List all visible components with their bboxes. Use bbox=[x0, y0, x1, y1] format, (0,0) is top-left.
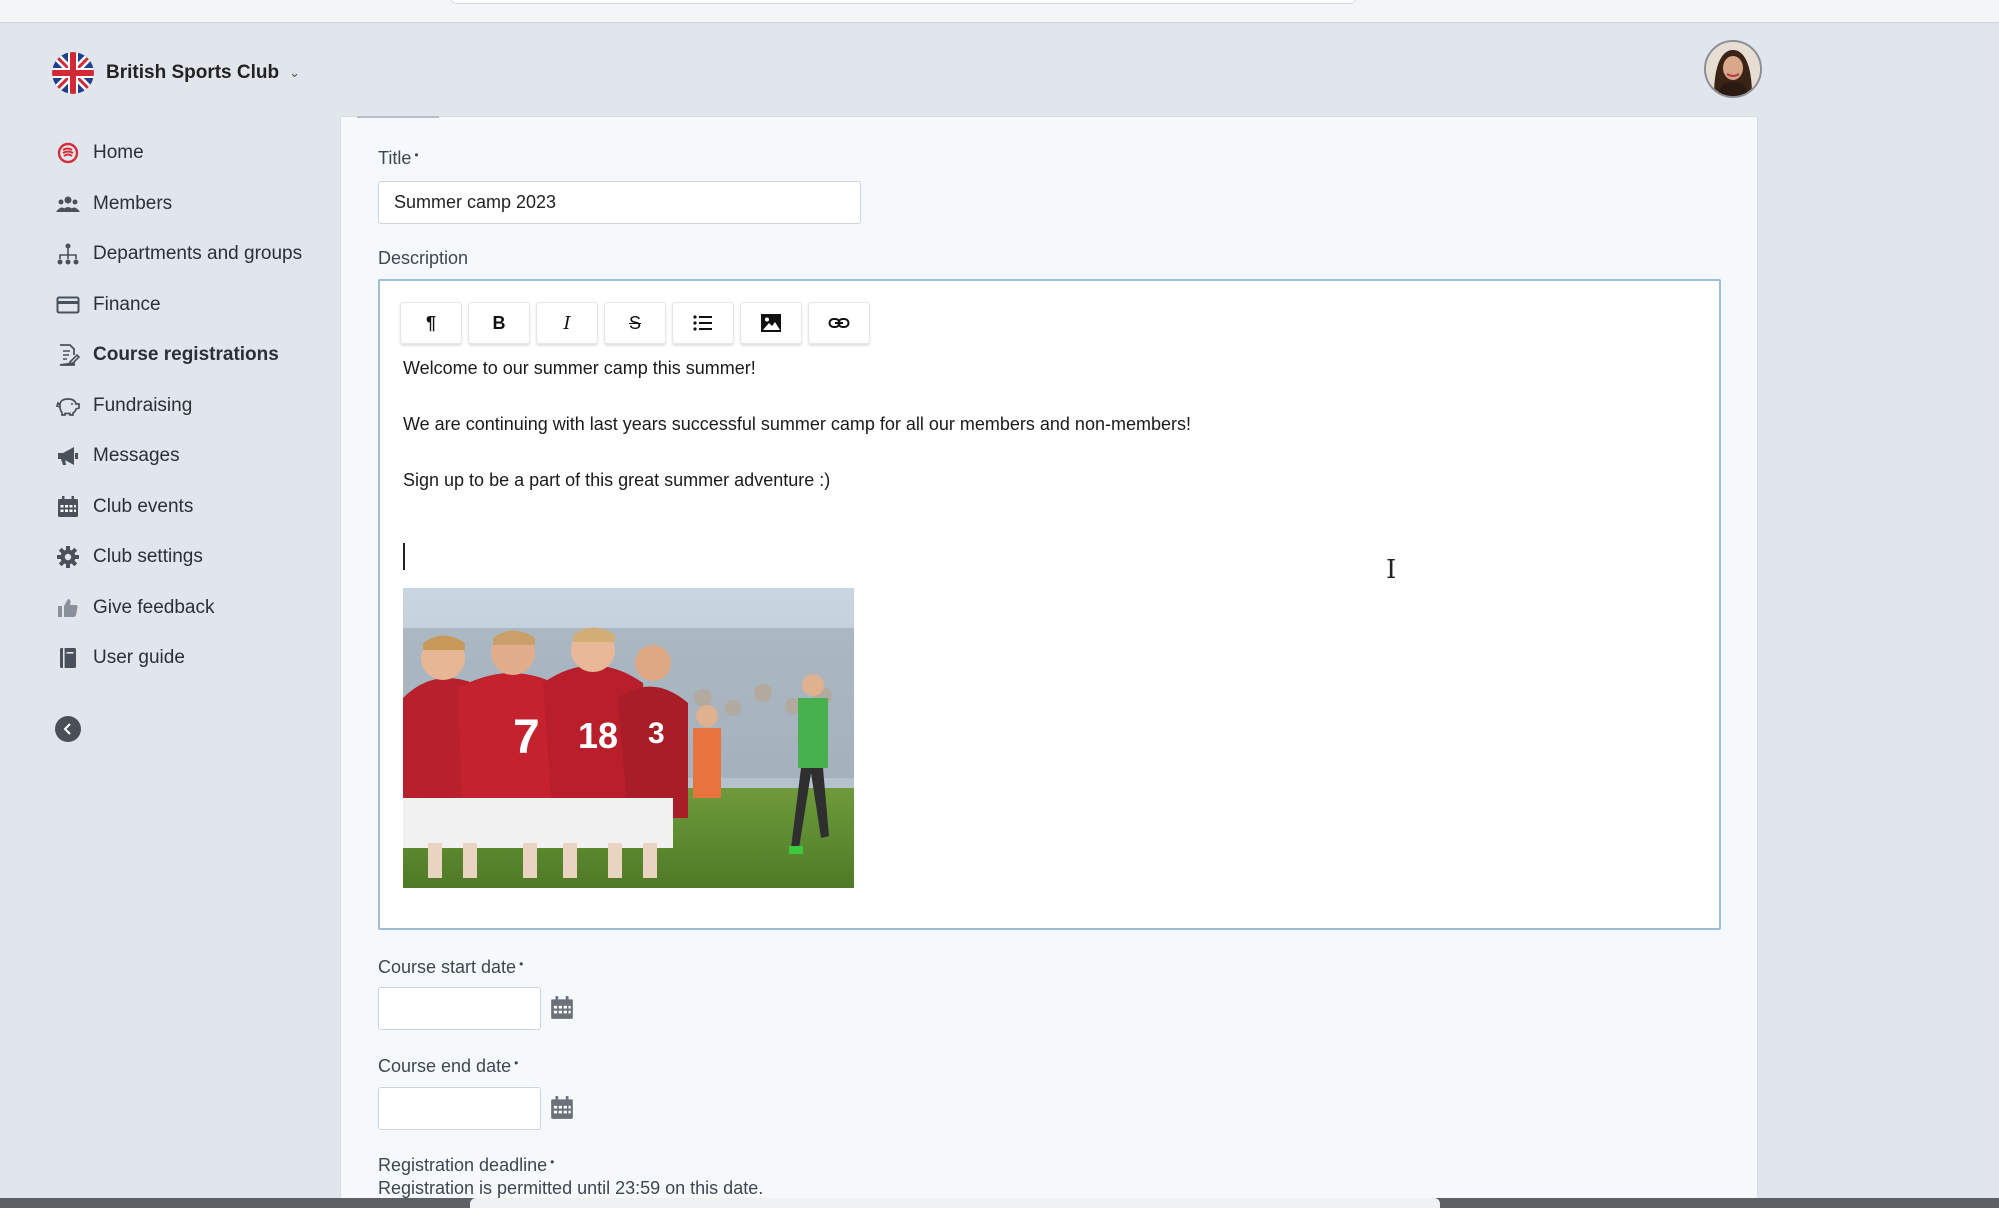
editor-toolbar: ¶ B I S bbox=[400, 302, 876, 344]
editor-paragraph: We are continuing with last years succes… bbox=[403, 414, 1191, 434]
end-date-input[interactable] bbox=[378, 1087, 541, 1130]
browser-address-bar[interactable] bbox=[450, 0, 1357, 4]
document-edit-icon bbox=[56, 343, 90, 367]
club-name[interactable]: British Sports Club bbox=[106, 62, 279, 84]
sidebar-item-label: Fundraising bbox=[93, 394, 193, 416]
bold-icon: B bbox=[492, 312, 506, 333]
strikethrough-icon: S bbox=[628, 312, 641, 333]
sidebar-item-home[interactable]: Home bbox=[52, 128, 332, 179]
calendar-picker-icon[interactable] bbox=[549, 1095, 575, 1121]
end-date-label-text: Course end date bbox=[378, 1056, 512, 1076]
start-date-label-text: Course start date bbox=[378, 957, 517, 977]
tab-indicator bbox=[357, 116, 439, 118]
sidebar-item-label: Give feedback bbox=[93, 596, 215, 618]
embedded-team-photo[interactable]: 7 18 3 bbox=[403, 588, 854, 888]
start-date-input[interactable] bbox=[378, 987, 541, 1030]
italic-icon: I bbox=[563, 312, 571, 334]
deadline-label-text: Registration deadline bbox=[378, 1155, 548, 1175]
deadline-label: Registration deadline • bbox=[378, 1155, 554, 1176]
required-marker: • bbox=[514, 1056, 519, 1070]
bullet-list-icon bbox=[693, 315, 712, 331]
svg-text:7: 7 bbox=[513, 711, 540, 764]
title-input[interactable]: Summer camp 2023 bbox=[378, 181, 861, 224]
title-input-value: Summer camp 2023 bbox=[394, 192, 557, 212]
editor-paragraph: Welcome to our summer camp this summer! bbox=[403, 358, 756, 378]
strikethrough-button[interactable]: S bbox=[604, 302, 666, 344]
required-marker: • bbox=[414, 148, 419, 162]
paragraph-icon: ¶ bbox=[425, 312, 436, 333]
union-jack-flag-icon bbox=[52, 52, 94, 94]
title-label: Title • bbox=[378, 148, 419, 169]
credit-card-icon bbox=[56, 293, 90, 317]
thumbs-up-icon bbox=[56, 596, 90, 620]
sidebar-item-user-guide[interactable]: User guide bbox=[52, 633, 332, 684]
text-caret bbox=[403, 543, 405, 570]
sidebar-item-messages[interactable]: Messages bbox=[52, 431, 332, 482]
sidebar-item-label: Finance bbox=[93, 293, 161, 315]
calendar-picker-icon[interactable] bbox=[549, 995, 575, 1021]
sidebar-item-give-feedback[interactable]: Give feedback bbox=[52, 583, 332, 634]
horizontal-scrollbar-thumb[interactable] bbox=[470, 1198, 1440, 1208]
chevron-down-icon[interactable]: ⌄ bbox=[289, 65, 300, 81]
sidebar-item-label: Home bbox=[93, 142, 144, 164]
sidebar-item-club-settings[interactable]: Club settings bbox=[52, 532, 332, 583]
browser-chrome bbox=[0, 0, 1999, 23]
sidebar-item-members[interactable]: Members bbox=[52, 179, 332, 230]
sidebar-item-label: Departments and groups bbox=[93, 243, 303, 265]
required-marker: • bbox=[550, 1155, 555, 1169]
sidebar-item-finance[interactable]: Finance bbox=[52, 280, 332, 331]
editor-content[interactable]: Welcome to our summer camp this summer! … bbox=[403, 357, 1191, 525]
sidebar-item-course-registrations[interactable]: Course registrations bbox=[52, 330, 332, 381]
sidebar-item-label: Club events bbox=[93, 495, 194, 517]
sidebar-item-fundraising[interactable]: Fundraising bbox=[52, 381, 332, 432]
sidebar-item-club-events[interactable]: Club events bbox=[52, 482, 332, 533]
sidebar-item-label: Course registrations bbox=[93, 344, 279, 366]
sidebar-item-label: Club settings bbox=[93, 546, 203, 568]
required-marker: • bbox=[519, 957, 524, 971]
sidebar-item-label: Messages bbox=[93, 445, 180, 467]
start-date-label: Course start date • bbox=[378, 957, 523, 978]
course-form-panel: Title • Summer camp 2023 Description ¶ B … bbox=[340, 116, 1758, 1208]
paragraph-button[interactable]: ¶ bbox=[400, 302, 462, 344]
image-icon bbox=[761, 314, 781, 332]
sidebar-item-departments[interactable]: Departments and groups bbox=[52, 229, 332, 280]
deadline-help-text: Registration is permitted until 23:59 on… bbox=[378, 1178, 764, 1198]
gear-icon bbox=[56, 545, 90, 569]
piggy-bank-icon bbox=[56, 394, 90, 418]
editor-paragraph: Sign up to be a part of this great summe… bbox=[403, 470, 831, 490]
book-icon bbox=[56, 646, 90, 670]
home-logo-icon bbox=[56, 141, 90, 165]
end-date-label: Course end date • bbox=[378, 1056, 518, 1077]
megaphone-icon bbox=[56, 444, 90, 468]
members-icon bbox=[56, 192, 90, 216]
panel-divider bbox=[341, 116, 1757, 117]
insert-link-button[interactable] bbox=[808, 302, 870, 344]
bullet-list-button[interactable] bbox=[672, 302, 734, 344]
sidebar-item-label: User guide bbox=[93, 647, 185, 669]
link-icon bbox=[828, 318, 850, 328]
title-label-text: Title bbox=[378, 148, 412, 168]
collapse-sidebar-button[interactable] bbox=[55, 716, 81, 742]
mouse-ibeam-cursor: I bbox=[1386, 555, 1397, 585]
insert-image-button[interactable] bbox=[740, 302, 802, 344]
club-switcher[interactable]: British Sports Club ⌄ bbox=[52, 52, 300, 94]
description-label: Description bbox=[378, 248, 469, 268]
football-team-photo-icon: 7 18 3 bbox=[403, 588, 854, 888]
sidebar-item-label: Members bbox=[93, 192, 173, 214]
bold-button[interactable]: B bbox=[468, 302, 530, 344]
chevron-left-icon bbox=[63, 723, 71, 735]
user-avatar[interactable] bbox=[1704, 40, 1762, 98]
calendar-icon bbox=[56, 495, 90, 519]
svg-text:3: 3 bbox=[648, 717, 665, 750]
description-editor[interactable]: ¶ B I S Welcome to our summer camp this … bbox=[378, 279, 1721, 930]
avatar-portrait-icon bbox=[1706, 42, 1760, 96]
sidebar-nav: Home Members Departments and groups Fina… bbox=[52, 128, 332, 684]
svg-text:18: 18 bbox=[578, 715, 618, 756]
italic-button[interactable]: I bbox=[536, 302, 598, 344]
hierarchy-icon bbox=[56, 242, 90, 266]
